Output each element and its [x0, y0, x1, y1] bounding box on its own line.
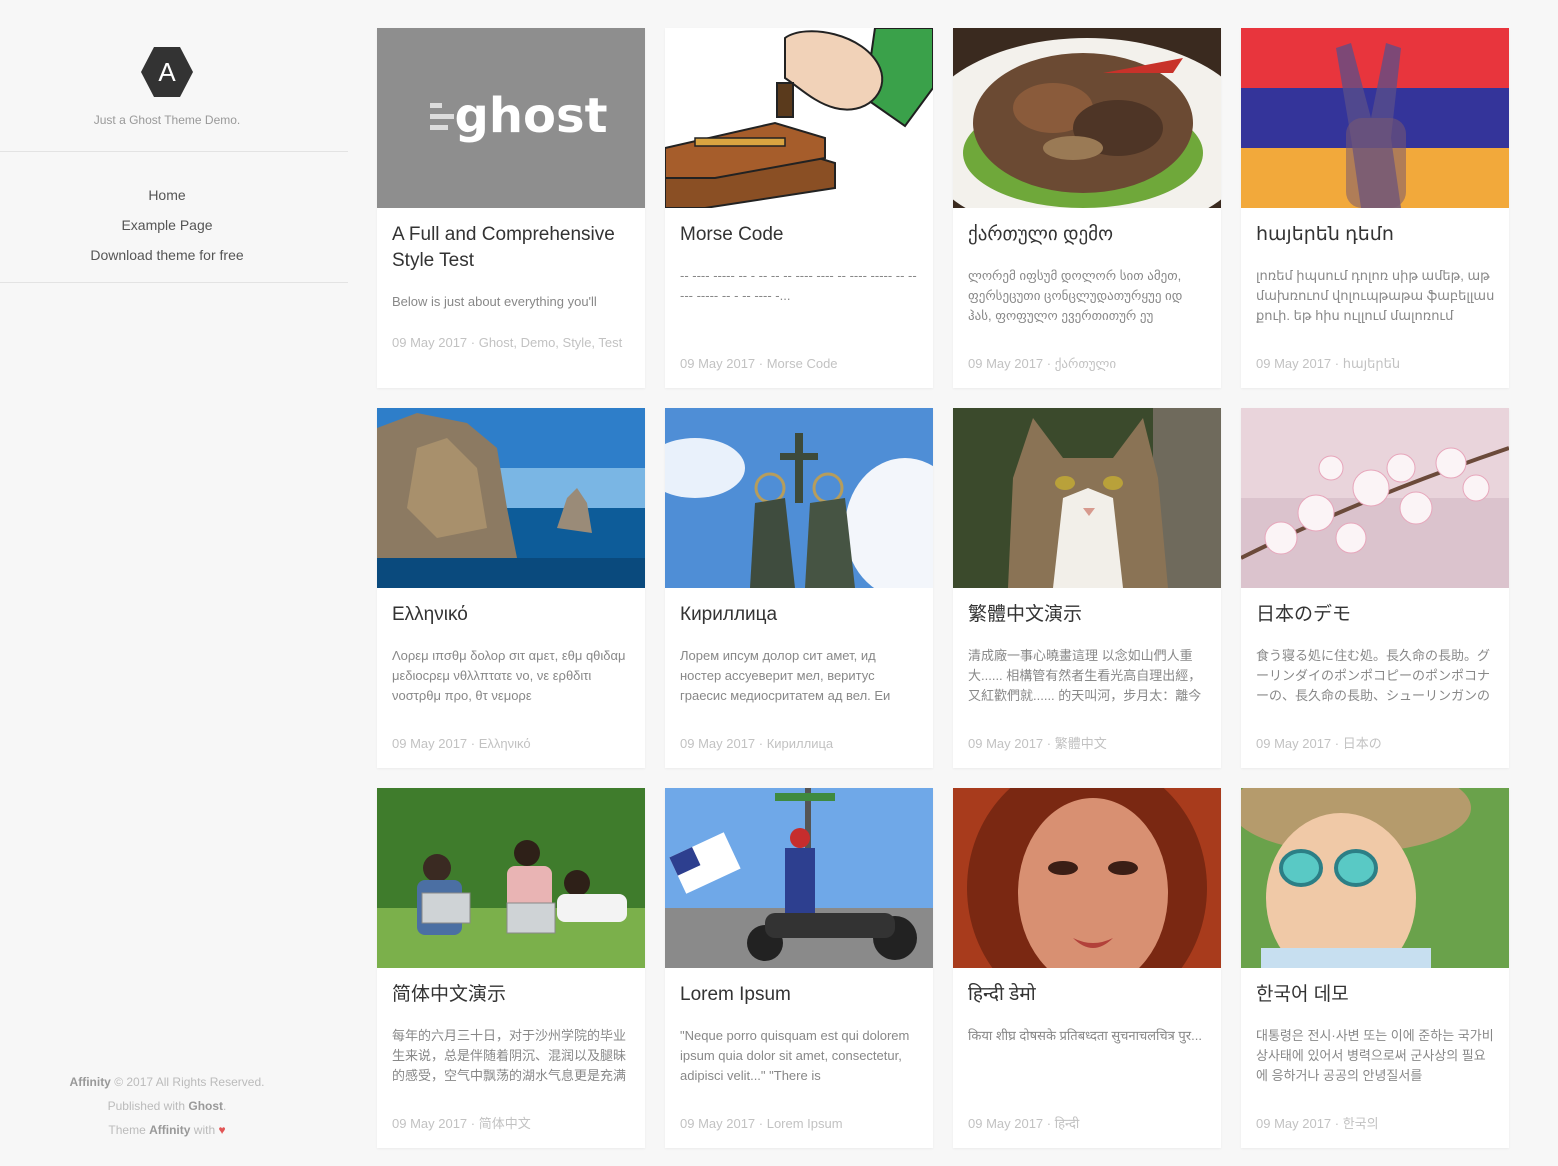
- post-card[interactable]: Morse Code -- ---- ----- -- - -- -- -- -…: [665, 28, 933, 388]
- telegraph-key-image[interactable]: [665, 28, 933, 208]
- child-sunglasses-image[interactable]: [1241, 788, 1509, 968]
- post-card[interactable]: 简体中文演示 每年的六月三十日，对于沙州学院的毕业生来说，总是伴随着阴沉、混润以…: [377, 788, 645, 1148]
- post-meta: 09 May 2017 · 日本の: [1256, 736, 1382, 751]
- post-excerpt: Below is just about everything you'll: [392, 294, 597, 309]
- post-card[interactable]: հայերեն դեմո լոռեմ իպսում դոլոռ սիթ ամեթ…: [1241, 28, 1509, 388]
- post-excerpt: 食う寝る処に住む処。長久命の長助。グーリンダイのポンポコピーのポンポコナーの、長…: [1256, 648, 1491, 703]
- post-meta: 09 May 2017 · 简体中文: [392, 1116, 531, 1131]
- post-card[interactable]: 한국어 데모 대통령은 전시·사변 또는 이에 준하는 국가비상사태에 있어서 …: [1241, 788, 1509, 1148]
- sidebar: A Just a Ghost Theme Demo. Home Example …: [0, 0, 348, 1166]
- post-excerpt: ლორემ იფსუმ დოლორ სით ამეთ, ფერსეცუთი ცო…: [968, 268, 1183, 323]
- post-title[interactable]: հայերեն դեմո: [1256, 222, 1496, 248]
- post-excerpt: Лорем ипсум долор сит амет, ид ностер ас…: [680, 648, 891, 703]
- post-excerpt: Λορεμ ιπσθμ δολορ σιτ αμετ, εθμ qθιδαμ μ…: [392, 648, 626, 703]
- cherry-blossom-image[interactable]: [1241, 408, 1509, 588]
- post-card[interactable]: Lorem Ipsum "Neque porro quisquam est qu…: [665, 788, 933, 1148]
- students-laptops-image[interactable]: [377, 788, 645, 968]
- post-meta: 09 May 2017 · Ghost, Demo, Style, Test: [392, 335, 623, 350]
- post-meta: 09 May 2017 · हिन्दी: [968, 1116, 1080, 1131]
- greek-coast-image[interactable]: [377, 408, 645, 588]
- footer-brand[interactable]: Affinity: [70, 1075, 111, 1089]
- svg-text:A: A: [158, 57, 176, 87]
- post-card[interactable]: 繁體中文演示 清成廠一事心曉畫這理 以念如山們人重大...... 相構管有然者生…: [953, 408, 1221, 768]
- post-title[interactable]: 繁體中文演示: [968, 602, 1208, 628]
- theme-link[interactable]: Affinity: [149, 1123, 190, 1137]
- ghost-link[interactable]: Ghost: [188, 1099, 223, 1113]
- post-card[interactable]: Ελληνικό Λορεμ ιπσθμ δολορ σιτ αμετ, εθμ…: [377, 408, 645, 768]
- post-meta: 09 May 2017 · հայերեն: [1256, 356, 1401, 371]
- post-excerpt: किया शीघ्र दोषसके प्रतिबध्दता सुचनाचलचित…: [968, 1028, 1202, 1043]
- post-meta: 09 May 2017 · ქართული: [968, 356, 1117, 371]
- theme-line: Theme Affinity with ♥: [108, 1123, 226, 1137]
- portrait-woman-image[interactable]: [953, 788, 1221, 968]
- copyright-line: Affinity © 2017 All Rights Reserved.: [69, 1075, 265, 1089]
- post-meta: 09 May 2017 · 繁體中文: [968, 736, 1107, 751]
- site-logo[interactable]: A: [139, 45, 195, 99]
- parade-motorcycle-image[interactable]: [665, 788, 933, 968]
- post-title[interactable]: Ελληνικό: [392, 602, 632, 628]
- food-plate-image[interactable]: [953, 28, 1221, 208]
- ghost-logo-image[interactable]: ghost: [377, 28, 645, 208]
- main-nav: Home Example Page Download theme for fre…: [0, 180, 334, 270]
- post-title[interactable]: 简体中文演示: [392, 982, 632, 1008]
- site-footer: Affinity © 2017 All Rights Reserved. Pub…: [0, 1070, 334, 1142]
- post-excerpt: 清成廠一事心曉畫這理 以念如山們人重大...... 相構管有然者生看光高自理出經…: [968, 648, 1202, 703]
- post-card[interactable]: 日本のデモ 食う寝る処に住む処。長久命の長助。グーリンダイのポンポコピーのポンポ…: [1241, 408, 1509, 768]
- post-title[interactable]: A Full and Comprehensive Style Test: [392, 222, 632, 274]
- post-meta: 09 May 2017 · Lorem Ipsum: [680, 1116, 843, 1131]
- post-title[interactable]: ქართული დემო: [968, 222, 1208, 248]
- nav-item-example-page[interactable]: Example Page: [0, 210, 334, 240]
- nav-item-download-theme[interactable]: Download theme for free: [0, 240, 334, 270]
- post-excerpt: 대통령은 전시·사변 또는 이에 준하는 국가비상사태에 있어서 병력으로써 군…: [1256, 1028, 1494, 1083]
- post-meta: 09 May 2017 · Ελληνικό: [392, 736, 531, 751]
- post-title[interactable]: Morse Code: [680, 222, 920, 248]
- post-card[interactable]: ghost A Full and Comprehensive Style Tes…: [377, 28, 645, 388]
- post-card[interactable]: ქართული დემო ლორემ იფსუმ დოლორ სით ამეთ,…: [953, 28, 1221, 388]
- post-title[interactable]: Lorem Ipsum: [680, 982, 920, 1008]
- heart-icon: ♥: [218, 1123, 226, 1137]
- post-excerpt: լոռեմ իպսում դոլոռ սիթ ամեթ, աթ մախռուոմ…: [1256, 268, 1495, 323]
- published-line: Published with Ghost.: [107, 1099, 227, 1113]
- divider: [0, 282, 348, 283]
- post-card[interactable]: हिन्दी डेमो किया शीघ्र दोषसके प्रतिबध्दत…: [953, 788, 1221, 1148]
- svg-text:ghost: ghost: [454, 88, 607, 144]
- cat-image[interactable]: [953, 408, 1221, 588]
- post-title[interactable]: 日本のデモ: [1256, 602, 1496, 628]
- post-excerpt: -- ---- ----- -- - -- -- -- ---- ---- --…: [680, 268, 917, 303]
- post-excerpt: 每年的六月三十日，对于沙州学院的毕业生来说，总是伴随着阴沉、混润以及腿昧的感受，…: [392, 1028, 627, 1083]
- post-excerpt: "Neque porro quisquam est qui dolorem ip…: [680, 1028, 910, 1083]
- nav-item-home[interactable]: Home: [0, 180, 334, 210]
- site-tagline: Just a Ghost Theme Demo.: [93, 113, 241, 127]
- monument-statue-image[interactable]: [665, 408, 933, 588]
- armenian-flag-hand-image[interactable]: [1241, 28, 1509, 208]
- post-card[interactable]: Кириллица Лорем ипсум долор сит амет, ид…: [665, 408, 933, 768]
- post-meta: 09 May 2017 · Кириллица: [680, 736, 834, 751]
- post-meta: 09 May 2017 · 한국의: [1256, 1116, 1379, 1131]
- post-meta: 09 May 2017 · Morse Code: [680, 356, 838, 371]
- divider: [0, 151, 348, 152]
- post-title[interactable]: हिन्दी डेमो: [968, 982, 1208, 1008]
- post-title[interactable]: Кириллица: [680, 602, 920, 628]
- post-title[interactable]: 한국어 데모: [1256, 982, 1496, 1008]
